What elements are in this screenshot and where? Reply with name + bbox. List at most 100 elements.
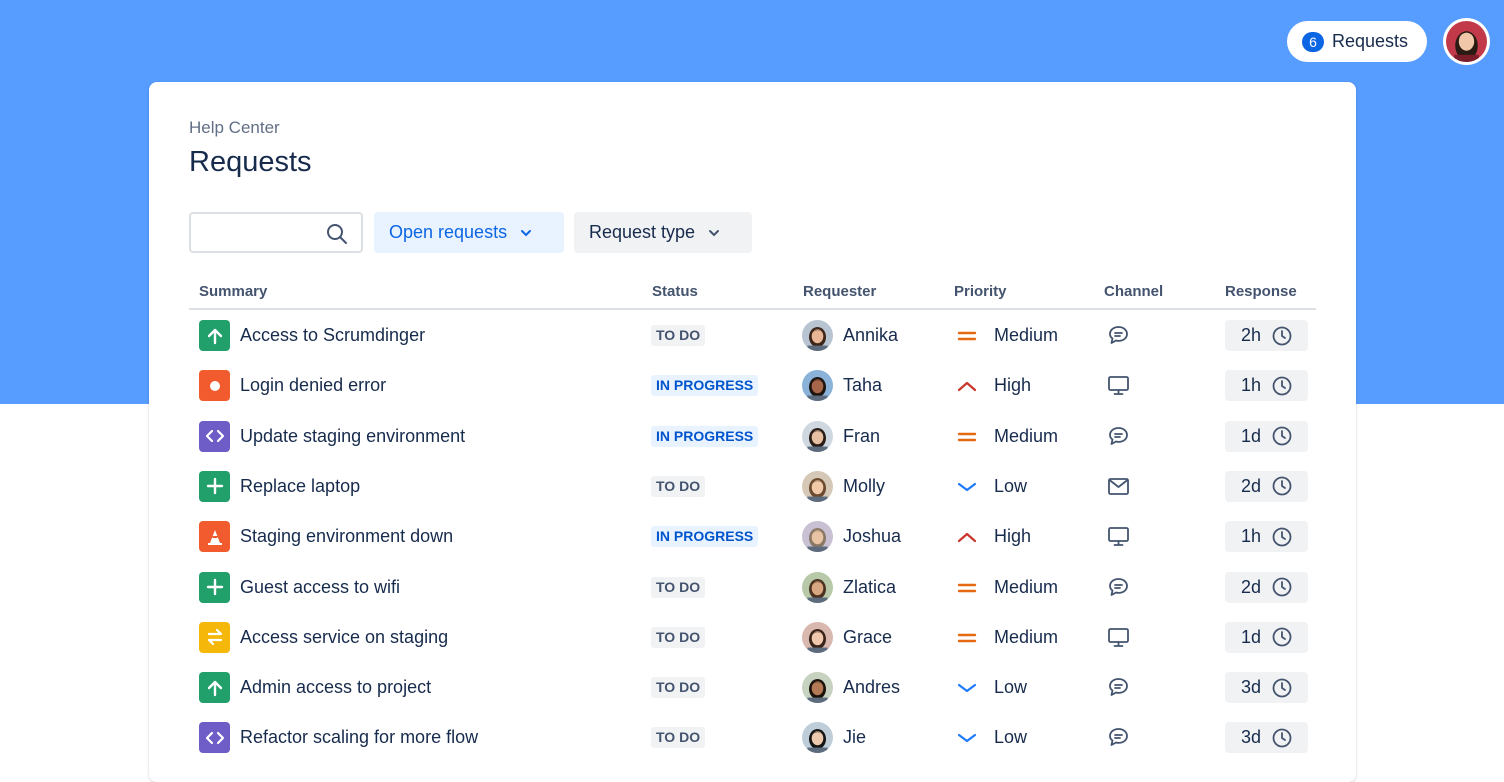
response-time-badge: 1h <box>1225 521 1308 553</box>
table-row[interactable]: Admin access to project TO DO Andres Low… <box>189 662 1316 712</box>
search-input[interactable] <box>197 220 317 245</box>
status-badge: TO DO <box>651 475 706 497</box>
requests-button[interactable]: 6 Requests <box>1287 21 1427 62</box>
arrow-up-icon <box>207 328 222 344</box>
priority-low-icon <box>957 734 977 743</box>
column-header-requester[interactable]: Requester <box>803 283 876 300</box>
request-summary-link[interactable]: Login denied error <box>240 375 386 396</box>
page-title: Requests <box>189 146 312 178</box>
response-time: 1d <box>1241 626 1262 647</box>
code-icon <box>205 429 224 443</box>
table-row[interactable]: Staging environment down IN PROGRESS Jos… <box>189 511 1316 561</box>
request-summary-link[interactable]: Access to Scrumdinger <box>240 325 425 346</box>
requester-name: Taha <box>843 375 883 396</box>
monitor-icon <box>1108 376 1129 396</box>
search-field[interactable] <box>189 212 363 253</box>
requester-name: Molly <box>843 475 886 496</box>
request-type-badge <box>199 320 230 351</box>
plus-icon <box>206 578 223 596</box>
priority-label: High <box>994 526 1032 547</box>
response-time-badge: 1d <box>1225 621 1308 653</box>
request-type-badge <box>199 521 230 553</box>
clock-icon <box>1272 376 1292 396</box>
requests-button-label: Requests <box>1332 31 1409 51</box>
requests-card: Help Center Requests Open requests Reque… <box>149 82 1356 782</box>
requester-avatar <box>802 571 833 603</box>
requester-name: Joshua <box>843 526 902 547</box>
priority-high-icon <box>957 382 977 392</box>
clock-icon <box>1272 728 1292 748</box>
request-type-badge <box>199 571 230 603</box>
priority-medium-icon <box>957 633 977 642</box>
user-avatar[interactable] <box>1443 18 1490 65</box>
request-summary-link[interactable]: Replace laptop <box>240 476 360 497</box>
requester-name: Grace <box>843 626 893 647</box>
requester-name: Fran <box>843 425 881 446</box>
request-type-badge <box>199 722 230 754</box>
requester-name: Zlatica <box>843 576 897 597</box>
request-type-badge <box>199 370 230 402</box>
priority-low-icon <box>957 683 977 693</box>
chat-icon <box>1109 678 1128 696</box>
priority-medium-icon <box>957 583 977 592</box>
table-row[interactable]: Replace laptop TO DO Molly Low 2d <box>189 461 1316 511</box>
response-time: 2d <box>1241 475 1262 496</box>
status-badge: IN PROGRESS <box>651 375 759 397</box>
requester-avatar <box>802 521 833 553</box>
response-time: 1h <box>1241 375 1262 396</box>
response-time-badge: 1h <box>1225 370 1308 402</box>
clock-icon <box>1272 426 1292 446</box>
open-requests-dropdown[interactable]: Open requests <box>374 212 564 253</box>
requester-avatar <box>802 420 833 452</box>
response-time-badge: 2h <box>1225 320 1308 351</box>
priority-high-icon <box>957 533 977 543</box>
clock-icon <box>1272 627 1292 647</box>
column-header-response[interactable]: Response <box>1225 283 1297 300</box>
requester-avatar <box>802 722 833 754</box>
clock-icon <box>1272 678 1292 697</box>
requester-avatar <box>802 320 833 351</box>
table-row[interactable]: Login denied error IN PROGRESS Taha High… <box>189 360 1316 410</box>
table-row[interactable]: Access service on staging TO DO Grace Me… <box>189 612 1316 662</box>
breadcrumb[interactable]: Help Center <box>189 118 280 138</box>
request-type-badge <box>199 672 230 704</box>
table-header: Summary Status Requester Priority Channe… <box>189 272 1316 310</box>
column-header-priority[interactable]: Priority <box>954 283 1007 300</box>
priority-label: Medium <box>994 325 1059 345</box>
request-summary-link[interactable]: Admin access to project <box>240 677 431 698</box>
chevron-down-icon <box>521 229 532 236</box>
open-requests-label: Open requests <box>389 222 508 242</box>
response-time-badge: 2d <box>1225 470 1308 502</box>
request-summary-link[interactable]: Access service on staging <box>240 627 448 648</box>
priority-label: Low <box>994 727 1028 748</box>
status-badge: TO DO <box>651 325 706 346</box>
column-header-summary[interactable]: Summary <box>199 283 267 300</box>
swap-icon <box>207 629 222 646</box>
request-summary-link[interactable]: Staging environment down <box>240 526 453 547</box>
table-row[interactable]: Update staging environment IN PROGRESS F… <box>189 411 1316 461</box>
status-badge: IN PROGRESS <box>651 526 759 548</box>
code-icon <box>205 731 224 744</box>
requester-name: Andres <box>843 677 901 698</box>
requester-avatar <box>802 672 833 704</box>
request-summary-link[interactable]: Update staging environment <box>240 426 465 447</box>
search-icon[interactable] <box>325 222 349 246</box>
clock-icon <box>1272 527 1292 547</box>
request-type-badge <box>199 470 230 502</box>
table-row[interactable]: Guest access to wifi TO DO Zlatica Mediu… <box>189 562 1316 612</box>
table-row[interactable]: Access to Scrumdinger TO DO Annika Mediu… <box>189 310 1316 360</box>
priority-label: Low <box>994 475 1028 496</box>
requester-avatar <box>802 470 833 502</box>
plus-icon <box>206 478 223 495</box>
priority-label: Low <box>994 677 1028 698</box>
response-time: 1d <box>1241 425 1262 446</box>
request-type-dropdown[interactable]: Request type <box>574 212 752 253</box>
chat-icon <box>1109 326 1128 344</box>
request-summary-link[interactable]: Refactor scaling for more flow <box>240 727 478 748</box>
column-header-channel[interactable]: Channel <box>1104 283 1163 300</box>
status-badge: IN PROGRESS <box>651 425 759 447</box>
monitor-icon <box>1108 527 1129 547</box>
priority-medium-icon <box>957 432 977 441</box>
column-header-status[interactable]: Status <box>652 283 698 300</box>
request-summary-link[interactable]: Guest access to wifi <box>240 577 400 598</box>
